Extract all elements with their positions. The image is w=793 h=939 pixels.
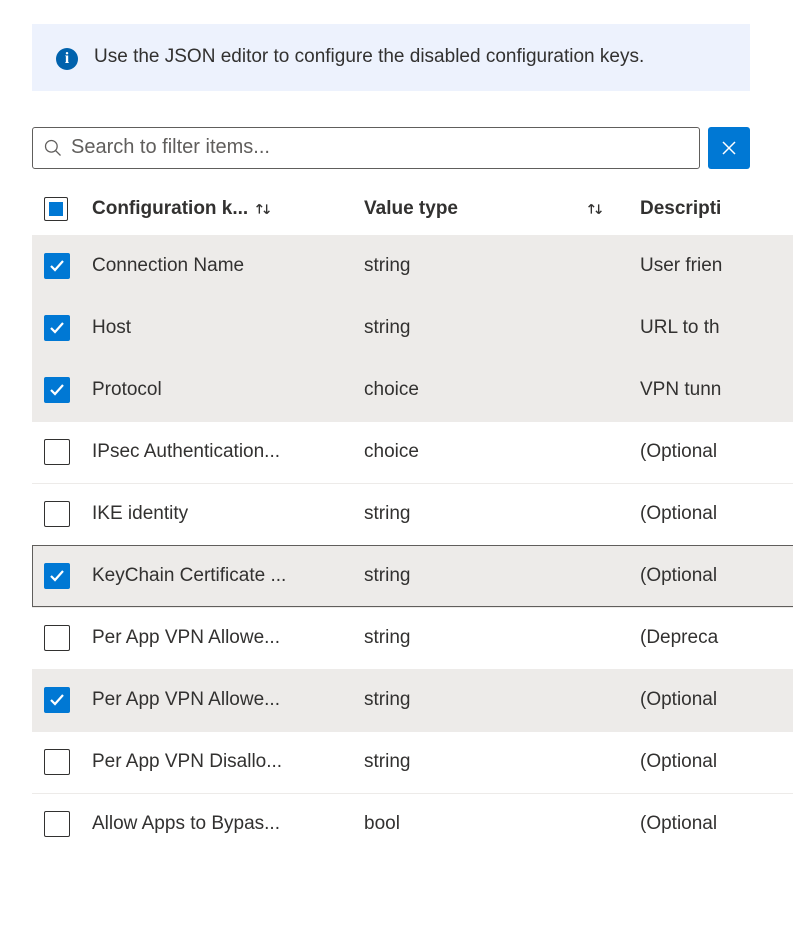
row-checkbox-cell xyxy=(44,253,92,279)
row-checkbox[interactable] xyxy=(44,625,70,651)
row-desc-cell: (Optional xyxy=(640,565,793,587)
row-type-cell: string xyxy=(364,503,640,525)
row-checkbox[interactable] xyxy=(44,811,70,837)
row-type-cell: choice xyxy=(364,441,640,463)
row-desc-cell: (Optional xyxy=(640,751,793,773)
info-icon xyxy=(56,48,78,70)
row-key-cell: Protocol xyxy=(92,379,364,401)
table-row[interactable]: KeyChain Certificate ... string(Optional xyxy=(32,545,793,607)
search-row xyxy=(32,127,750,169)
row-type-cell: bool xyxy=(364,813,640,835)
row-key-cell: Allow Apps to Bypas... xyxy=(92,813,364,835)
table-row[interactable]: Protocol choiceVPN tunn xyxy=(32,359,793,421)
search-box[interactable] xyxy=(32,127,700,169)
row-key-text: Protocol xyxy=(92,379,162,401)
row-key-text: Per App VPN Allowe... xyxy=(92,689,280,711)
table-header: Configuration k... Value type Descripti xyxy=(32,189,793,235)
column-header-desc[interactable]: Descripti xyxy=(640,198,793,220)
table-row[interactable]: IPsec Authentication... choice(Optional xyxy=(32,421,793,483)
table-row[interactable]: Allow Apps to Bypas... bool(Optional xyxy=(32,793,793,855)
row-key-cell: IPsec Authentication... xyxy=(92,441,364,463)
row-desc-cell: VPN tunn xyxy=(640,379,793,401)
table-body: Connection NamestringUser frienHoststrin… xyxy=(32,235,793,855)
row-key-cell: Per App VPN Disallo... xyxy=(92,751,364,773)
row-checkbox[interactable] xyxy=(44,687,70,713)
row-type-cell: string xyxy=(364,317,640,339)
row-key-cell: Per App VPN Allowe... xyxy=(92,627,364,649)
row-type-cell: choice xyxy=(364,379,640,401)
clear-search-button[interactable] xyxy=(708,127,750,169)
row-desc-cell: (Optional xyxy=(640,689,793,711)
sort-icon xyxy=(252,198,274,220)
table-row[interactable]: IKE identity string(Optional xyxy=(32,483,793,545)
row-checkbox[interactable] xyxy=(44,749,70,775)
info-banner: Use the JSON editor to configure the dis… xyxy=(32,24,750,91)
row-type-cell: string xyxy=(364,565,640,587)
row-desc-cell: (Optional xyxy=(640,503,793,525)
row-checkbox[interactable] xyxy=(44,377,70,403)
row-desc-cell: URL to th xyxy=(640,317,793,339)
table-row[interactable]: Per App VPN Allowe... string(Depreca xyxy=(32,607,793,669)
select-all-checkbox[interactable] xyxy=(44,197,68,221)
sort-icon xyxy=(584,198,606,220)
row-desc-cell: User frien xyxy=(640,255,793,277)
row-key-text: Allow Apps to Bypas... xyxy=(92,813,280,835)
info-icon-wrap xyxy=(56,44,78,71)
row-checkbox-cell xyxy=(44,501,92,527)
row-checkbox-cell xyxy=(44,811,92,837)
row-key-text: Connection Name xyxy=(92,255,244,277)
row-checkbox-cell xyxy=(44,625,92,651)
row-checkbox[interactable] xyxy=(44,563,70,589)
row-key-text: Host xyxy=(92,317,131,339)
row-checkbox-cell xyxy=(44,687,92,713)
row-checkbox[interactable] xyxy=(44,253,70,279)
row-checkbox-cell xyxy=(44,315,92,341)
column-header-key-label: Configuration k... xyxy=(92,198,248,220)
table-row[interactable]: Host stringURL to th xyxy=(32,297,793,359)
row-type-cell: string xyxy=(364,627,640,649)
column-header-desc-label: Descripti xyxy=(640,198,721,219)
row-type-cell: string xyxy=(364,689,640,711)
column-header-key[interactable]: Configuration k... xyxy=(92,198,364,220)
info-banner-text: Use the JSON editor to configure the dis… xyxy=(94,44,644,71)
row-key-cell: IKE identity xyxy=(92,503,364,525)
table-row[interactable]: Connection Name stringUser frien xyxy=(32,235,793,297)
row-checkbox-cell xyxy=(44,439,92,465)
config-keys-table: Configuration k... Value type Descripti … xyxy=(32,189,793,855)
row-key-text: IKE identity xyxy=(92,503,188,525)
row-key-cell: Host xyxy=(92,317,364,339)
row-checkbox[interactable] xyxy=(44,501,70,527)
table-row[interactable]: Per App VPN Disallo... string(Optional xyxy=(32,731,793,793)
row-checkbox-cell xyxy=(44,749,92,775)
row-checkbox-cell xyxy=(44,377,92,403)
row-key-cell: Per App VPN Allowe... xyxy=(92,689,364,711)
row-desc-cell: (Optional xyxy=(640,441,793,463)
column-header-type[interactable]: Value type xyxy=(364,198,640,220)
row-key-text: Per App VPN Disallo... xyxy=(92,751,282,773)
table-row[interactable]: Per App VPN Allowe... string(Optional xyxy=(32,669,793,731)
row-type-cell: string xyxy=(364,751,640,773)
row-key-text: Per App VPN Allowe... xyxy=(92,627,280,649)
row-type-cell: string xyxy=(364,255,640,277)
column-header-type-label: Value type xyxy=(364,198,458,220)
row-key-cell: Connection Name xyxy=(92,255,364,277)
row-key-cell: KeyChain Certificate ... xyxy=(92,565,364,587)
search-input[interactable] xyxy=(71,136,689,159)
row-desc-cell: (Depreca xyxy=(640,627,793,649)
close-icon xyxy=(721,140,737,156)
row-desc-cell: (Optional xyxy=(640,813,793,835)
select-all-cell xyxy=(44,197,92,221)
row-checkbox[interactable] xyxy=(44,439,70,465)
search-icon xyxy=(43,138,63,158)
row-checkbox[interactable] xyxy=(44,315,70,341)
row-key-text: IPsec Authentication... xyxy=(92,441,280,463)
row-checkbox-cell xyxy=(44,563,92,589)
row-key-text: KeyChain Certificate ... xyxy=(92,565,286,587)
